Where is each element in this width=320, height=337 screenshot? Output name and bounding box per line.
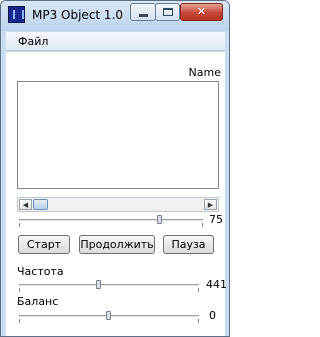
scroll-right-arrow-icon[interactable]: ▶ — [204, 199, 217, 210]
slider-tick — [202, 223, 203, 227]
scroll-left-arrow-icon[interactable]: ◀ — [19, 199, 32, 210]
balance-slider-thumb[interactable] — [106, 311, 111, 320]
app-window: MP3 Object 1.0 ✕ Файл Name ◀ ▶ 75 Старт … — [0, 0, 230, 337]
frequency-label: Частота — [17, 265, 64, 278]
client-area: Name ◀ ▶ 75 Старт Продолжить Пауза Часто… — [6, 52, 227, 336]
scroll-thumb[interactable] — [33, 199, 48, 210]
close-button[interactable]: ✕ — [180, 3, 223, 21]
close-icon: ✕ — [196, 5, 207, 18]
list-header-name: Name — [188, 66, 221, 79]
frequency-slider-track[interactable] — [19, 284, 199, 287]
slider-tick — [198, 288, 199, 292]
menu-bar: Файл — [6, 32, 225, 51]
slider-tick — [19, 319, 20, 323]
track-listbox[interactable] — [17, 81, 219, 189]
minimize-icon — [139, 14, 148, 17]
list-horizontal-scrollbar[interactable]: ◀ ▶ — [17, 197, 219, 212]
frequency-slider-thumb[interactable] — [96, 280, 101, 289]
continue-button[interactable]: Продолжить — [79, 235, 155, 254]
position-slider-thumb[interactable] — [157, 215, 162, 224]
maximize-button[interactable] — [155, 3, 180, 21]
pause-button[interactable]: Пауза — [163, 235, 214, 254]
menu-file[interactable]: Файл — [18, 35, 48, 48]
title-bar[interactable]: MP3 Object 1.0 ✕ — [1, 1, 229, 31]
start-button[interactable]: Старт — [18, 235, 70, 254]
slider-tick — [19, 223, 20, 227]
window-title: MP3 Object 1.0 — [32, 8, 124, 22]
slider-tick — [19, 288, 20, 292]
position-value: 75 — [209, 213, 223, 226]
frequency-value: 441 — [206, 278, 227, 291]
mp3-app-icon — [8, 6, 25, 23]
balance-value: 0 — [209, 309, 216, 322]
slider-tick — [198, 319, 199, 323]
minimize-button[interactable] — [130, 3, 156, 21]
balance-label: Баланс — [17, 295, 59, 308]
maximize-icon — [163, 8, 173, 16]
position-slider-track[interactable] — [19, 219, 203, 222]
